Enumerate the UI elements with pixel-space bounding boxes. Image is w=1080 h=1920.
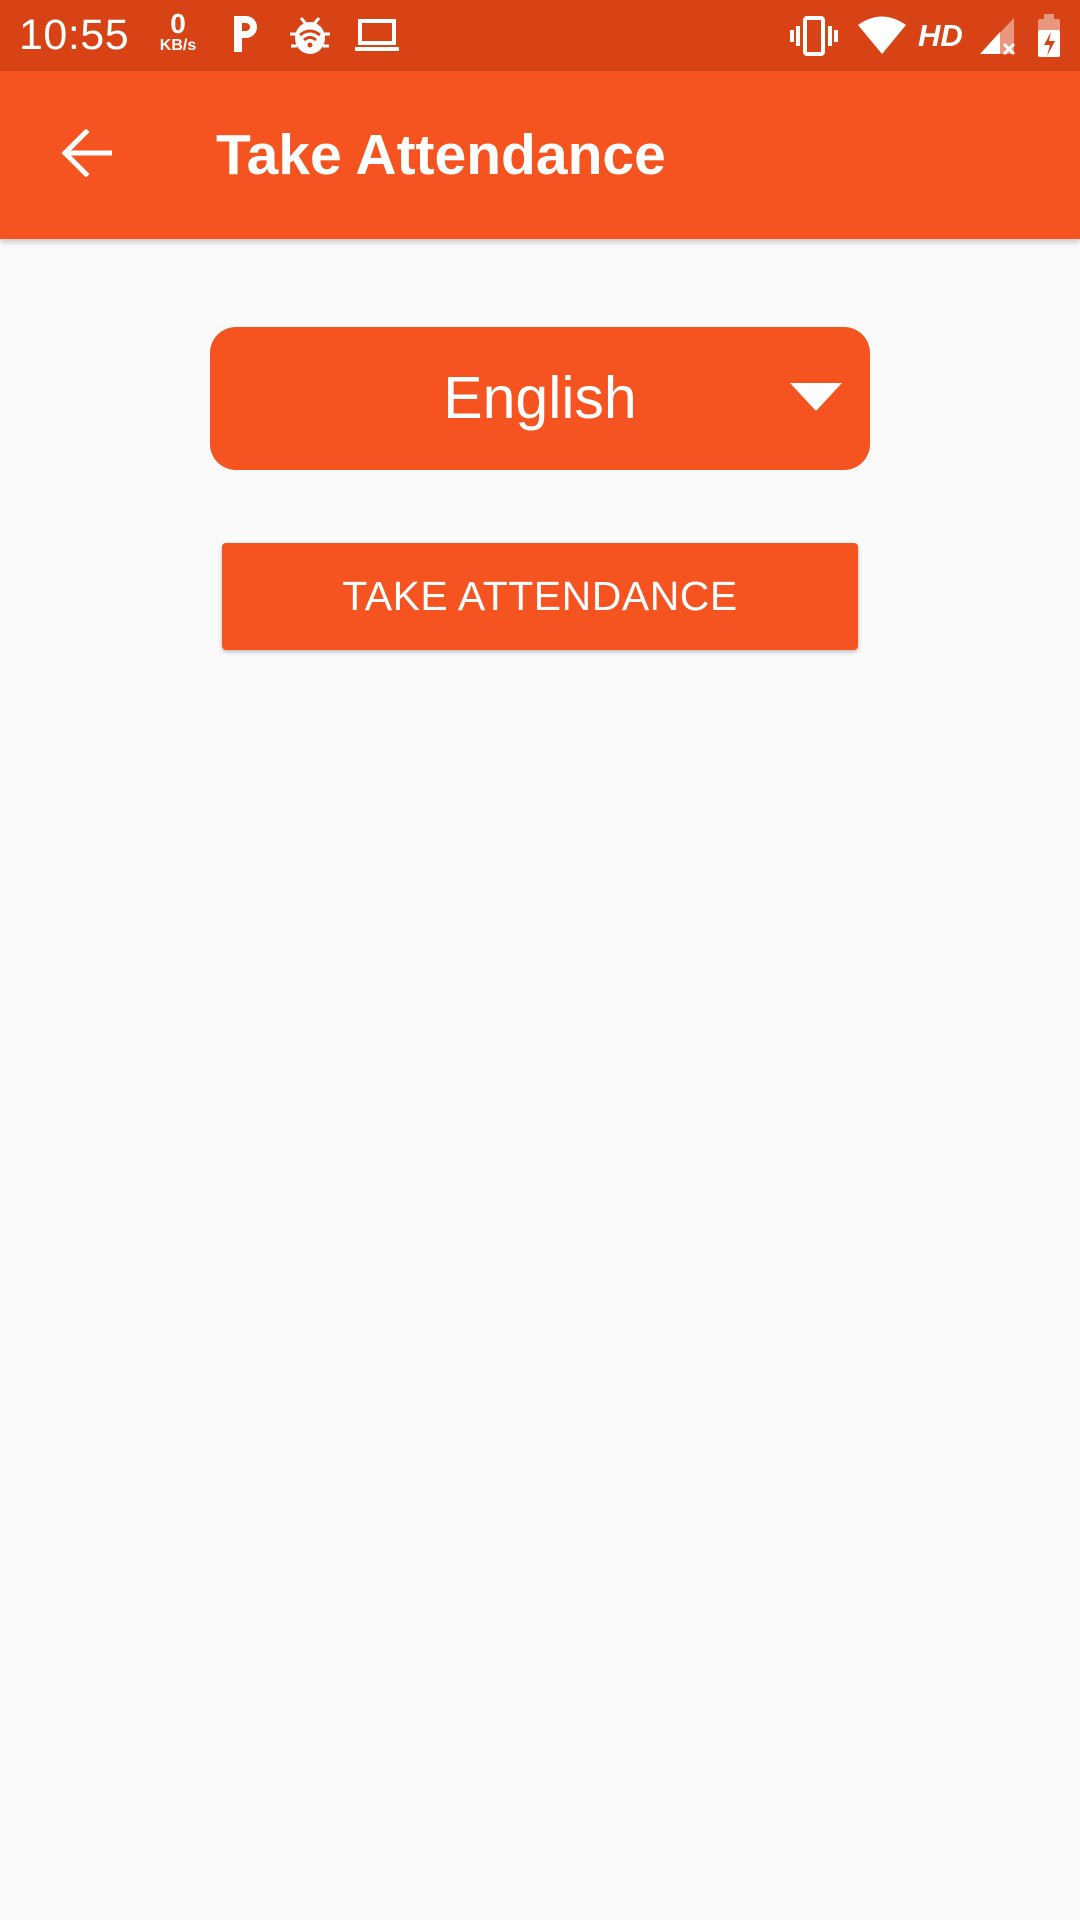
back-button[interactable] [42,111,130,199]
arrow-back-icon [60,127,113,182]
parking-icon [229,12,261,56]
status-time: 10:55 [19,11,130,59]
laptop-icon [354,18,400,54]
wifi-icon [858,16,906,54]
status-bar: 10:55 0 KB/s HD [0,0,1080,71]
vibrate-icon [789,14,839,58]
net-speed-indicator: 0 KB/s [153,10,203,54]
signal-no-data-icon [978,16,1018,56]
bug-wifi-icon [288,12,332,58]
net-speed-unit: KB/s [159,37,197,54]
app-bar: Take Attendance [0,71,1080,239]
take-attendance-button[interactable]: TAKE ATTENDANCE [222,543,858,650]
language-select[interactable]: English [210,327,870,470]
language-select-value: English [443,364,637,431]
battery-charging-icon [1036,14,1062,58]
dropdown-triangle-icon [790,383,842,416]
page-title: Take Attendance [216,123,666,187]
network-type-label: HD [918,18,963,53]
net-speed-value: 0 [170,8,186,39]
